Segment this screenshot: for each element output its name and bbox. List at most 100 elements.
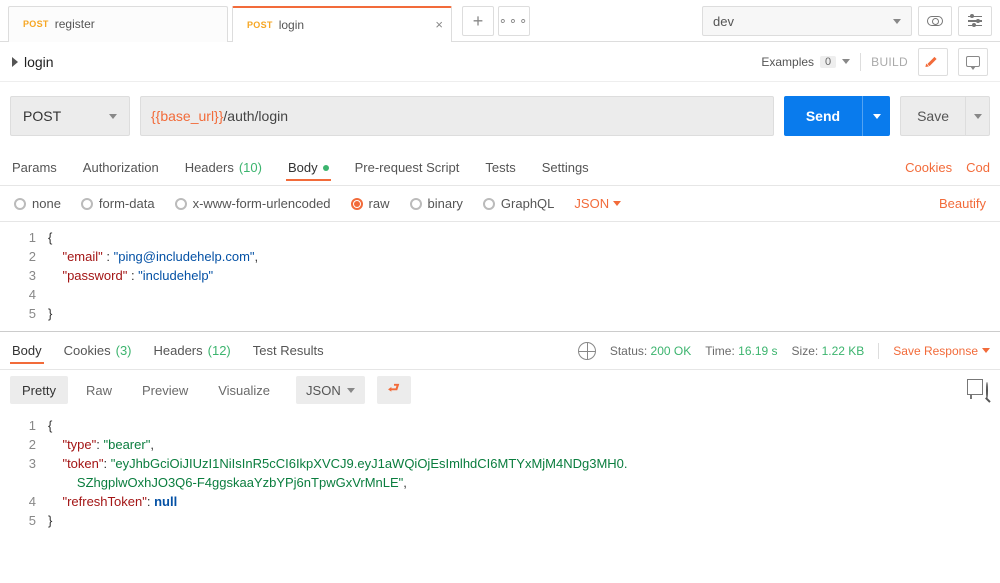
radio-graphql[interactable]: GraphQL (483, 196, 554, 211)
radio-none[interactable]: none (14, 196, 61, 211)
gutter: 1 2 3 4 5 (0, 416, 48, 530)
tab-label: register (55, 17, 95, 31)
view-raw[interactable]: Raw (74, 376, 124, 404)
request-tabs: Params Authorization Headers (10) Body P… (0, 150, 1000, 186)
environment-preview-button[interactable] (918, 6, 952, 36)
tab-params[interactable]: Params (10, 154, 59, 181)
resp-tab-body[interactable]: Body (10, 337, 44, 364)
eye-icon (927, 16, 943, 26)
radio-icon (351, 198, 363, 210)
url-path: /auth/login (223, 108, 288, 124)
chevron-down-icon (982, 348, 990, 353)
caret-right-icon[interactable] (12, 57, 18, 67)
environment-block: dev (702, 6, 992, 36)
url-input[interactable]: {{base_url}}/auth/login (140, 96, 774, 136)
radio-icon (14, 198, 26, 210)
code-link[interactable]: Cod (966, 160, 990, 175)
search-button[interactable] (986, 383, 988, 398)
tab-actions: + ∘∘∘ (462, 6, 534, 36)
comment-button[interactable] (958, 48, 988, 76)
copy-button[interactable] (970, 383, 972, 398)
body-type-row: none form-data x-www-form-urlencoded raw… (0, 186, 1000, 222)
chevron-down-icon (893, 19, 901, 24)
chevron-down-icon (109, 114, 117, 119)
resp-tab-headers[interactable]: Headers (12) (152, 337, 233, 364)
close-icon[interactable]: × (435, 17, 443, 32)
new-tab-button[interactable]: + (462, 6, 494, 36)
radio-urlencoded[interactable]: x-www-form-urlencoded (175, 196, 331, 211)
radio-binary[interactable]: binary (410, 196, 463, 211)
response-view-row: Pretty Raw Preview Visualize JSON ⮐ (0, 370, 1000, 410)
cookies-link[interactable]: Cookies (905, 160, 952, 175)
beautify-link[interactable]: Beautify (939, 196, 986, 211)
tab-label: login (279, 18, 304, 32)
environment-name: dev (713, 14, 734, 29)
radio-form-data[interactable]: form-data (81, 196, 155, 211)
save-response-button[interactable]: Save Response (893, 344, 990, 358)
divider (878, 343, 879, 359)
save-button[interactable]: Save (900, 96, 990, 136)
view-preview[interactable]: Preview (130, 376, 200, 404)
request-tabs-right: Cookies Cod (905, 160, 990, 175)
tab-method: POST (247, 20, 273, 30)
tab-overflow-button[interactable]: ∘∘∘ (498, 6, 530, 36)
radio-icon (81, 198, 93, 210)
code[interactable]: { "email" : "ping@includehelp.com", "pas… (48, 228, 1000, 323)
globe-icon[interactable] (578, 342, 596, 360)
response-view-right (970, 383, 988, 398)
request-body-editor[interactable]: 1 2 3 4 5 { "email" : "ping@includehelp.… (0, 222, 1000, 332)
view-visualize[interactable]: Visualize (206, 376, 282, 404)
wrap-lines-button[interactable]: ⮐ (377, 376, 411, 404)
save-dropdown[interactable] (965, 97, 989, 135)
radio-icon (483, 198, 495, 210)
body-format-select[interactable]: JSON (574, 196, 621, 211)
dots-icon: ∘∘∘ (499, 13, 529, 29)
environment-select[interactable]: dev (702, 6, 912, 36)
tab-login[interactable]: POST login × (232, 6, 452, 42)
url-variable: {{base_url}} (151, 108, 223, 124)
build-label[interactable]: BUILD (871, 55, 908, 69)
environment-settings-button[interactable] (958, 6, 992, 36)
copy-icon (970, 382, 972, 399)
status: Status: 200 OK (610, 344, 691, 358)
tab-prerequest[interactable]: Pre-request Script (353, 154, 462, 181)
radio-raw[interactable]: raw (351, 196, 390, 211)
chevron-down-icon (842, 59, 850, 64)
request-name-left: login (12, 54, 54, 70)
tab-bar: POST register POST login × + ∘∘∘ dev (0, 0, 1000, 42)
response-tabs: Body Cookies (3) Headers (12) Test Resul… (0, 332, 1000, 370)
resp-tab-cookies[interactable]: Cookies (3) (62, 337, 134, 364)
response-format-select[interactable]: JSON (296, 376, 365, 404)
comment-icon (966, 56, 980, 67)
method-value: POST (23, 108, 61, 124)
tab-register[interactable]: POST register (8, 6, 228, 42)
examples-count: 0 (820, 56, 836, 68)
edit-button[interactable] (918, 48, 948, 76)
sliders-icon (968, 16, 982, 27)
tab-body[interactable]: Body (286, 154, 331, 181)
tab-authorization[interactable]: Authorization (81, 154, 161, 181)
resp-tab-tests[interactable]: Test Results (251, 337, 326, 364)
request-name: login (24, 54, 54, 70)
send-dropdown[interactable] (862, 96, 890, 136)
tab-settings[interactable]: Settings (540, 154, 591, 181)
wrap-icon: ⮐ (388, 379, 400, 401)
radio-icon (175, 198, 187, 210)
tab-tests[interactable]: Tests (483, 154, 517, 181)
send-button[interactable]: Send (784, 96, 890, 136)
chevron-down-icon (347, 388, 355, 393)
tab-headers[interactable]: Headers (10) (183, 154, 264, 181)
examples-dropdown[interactable]: Examples 0 (761, 55, 850, 69)
radio-icon (410, 198, 422, 210)
view-pretty[interactable]: Pretty (10, 376, 68, 404)
method-select[interactable]: POST (10, 96, 130, 136)
plus-icon: + (473, 12, 484, 30)
response-body-editor[interactable]: 1 2 3 4 5 { "type": "bearer", "token": "… (0, 410, 1000, 530)
code[interactable]: { "type": "bearer", "token": "eyJhbGciOi… (48, 416, 1000, 530)
chevron-down-icon (873, 114, 881, 119)
divider (860, 53, 861, 71)
request-name-right: Examples 0 BUILD (761, 48, 988, 76)
url-row: POST {{base_url}}/auth/login Send Save (0, 82, 1000, 150)
save-label: Save (901, 108, 965, 124)
chevron-down-icon (613, 201, 621, 206)
